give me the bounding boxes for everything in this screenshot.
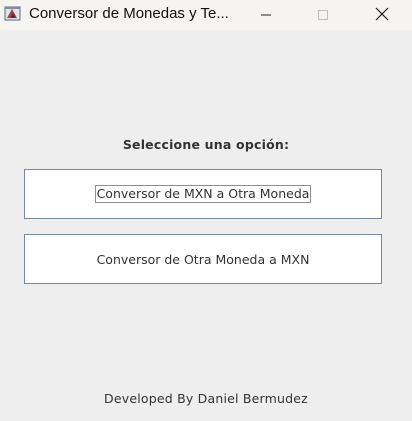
java-app-icon[interactable] [4,4,22,22]
maximize-button[interactable] [300,0,346,30]
prompt-label: Seleccione una opción: [122,137,290,152]
title-bar[interactable]: Conversor de Monedas y Te... [0,0,412,30]
other-to-mxn-button[interactable]: Conversor de Otra Moneda a MXN [24,234,382,284]
content-panel: Seleccione una opción: Conversor de MXN … [0,30,412,421]
app-window: Conversor de Monedas y Te... Seleccione … [0,0,412,421]
minimize-icon [260,6,272,25]
footer-credit: Developed By Daniel Bermudez [104,391,308,406]
close-button[interactable] [359,0,405,30]
close-icon [375,6,389,25]
mxn-to-other-button[interactable]: Conversor de MXN a Otra Moneda [24,169,382,219]
mxn-to-other-label: Conversor de MXN a Otra Moneda [94,185,312,203]
window-title: Conversor de Monedas y Te... [29,5,229,22]
minimize-button[interactable] [243,0,289,30]
other-to-mxn-label: Conversor de Otra Moneda a MXN [96,251,310,267]
maximize-icon [317,6,329,25]
